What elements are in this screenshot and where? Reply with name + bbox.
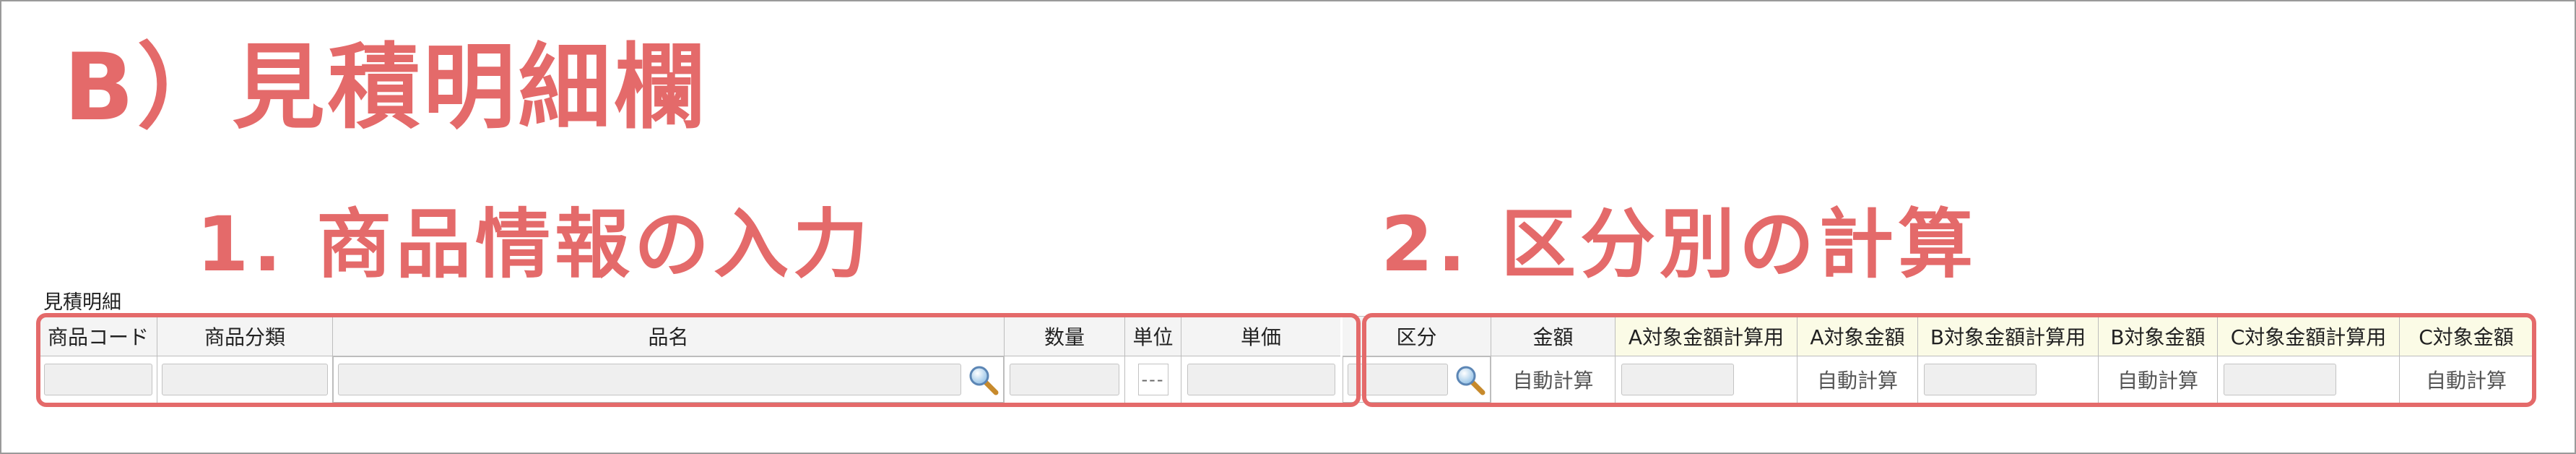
col-header-amount: 金額 (1491, 316, 1616, 356)
c-calc-input[interactable] (2224, 363, 2336, 395)
page-title: B）見積明細欄 (64, 34, 709, 142)
col-header-b-amount: B対象金額 (2098, 316, 2218, 356)
search-icon[interactable] (967, 364, 999, 395)
table-header-row: 商品コード 商品分類 品名 数量 単位 単価 区分 金額 A対象金額計算用 A対… (39, 316, 2533, 356)
category-cell (1343, 356, 1491, 403)
col-header-category: 区分 (1341, 316, 1491, 356)
a-amount-value: 自動計算 (1816, 368, 1898, 393)
col-header-product-category: 商品分類 (157, 316, 333, 356)
col-header-unit-price: 単価 (1181, 316, 1343, 356)
unit-price-cell (1181, 356, 1343, 403)
col-header-item-name: 品名 (332, 316, 1005, 356)
subheading-category-calc: 2. 区分別の計算 (1381, 200, 1978, 288)
col-header-a-calc: A対象金額計算用 (1615, 316, 1797, 356)
subheading-product-input: 1. 商品情報の入力 (196, 200, 873, 288)
item-name-cell (333, 356, 1004, 403)
unit-cell: --- (1124, 356, 1181, 403)
estimate-detail-table: 商品コード 商品分類 品名 数量 単位 単価 区分 金額 A対象金額計算用 A対… (39, 316, 2533, 403)
amount-value: 自動計算 (1512, 368, 1594, 393)
unit-select[interactable]: --- (1137, 363, 1168, 395)
category-input[interactable] (1348, 364, 1448, 395)
product-category-input[interactable] (162, 363, 328, 395)
col-header-c-amount: C対象金額 (2399, 316, 2533, 356)
amount-cell: 自動計算 (1491, 356, 1616, 403)
col-header-b-calc: B対象金額計算用 (1917, 316, 2099, 356)
col-header-quantity: 数量 (1004, 316, 1125, 356)
unit-price-input[interactable] (1187, 363, 1335, 395)
b-calc-cell (1917, 356, 2099, 403)
c-amount-cell: 自動計算 (2399, 356, 2533, 403)
col-header-c-calc: C対象金額計算用 (2217, 316, 2400, 356)
a-calc-input[interactable] (1621, 363, 1734, 395)
product-code-input[interactable] (44, 363, 152, 395)
a-amount-cell: 自動計算 (1797, 356, 1918, 403)
col-header-a-amount: A対象金額 (1797, 316, 1918, 356)
product-category-cell (157, 356, 333, 403)
product-code-cell (39, 356, 157, 403)
quantity-input[interactable] (1010, 363, 1119, 395)
c-calc-cell (2217, 356, 2400, 403)
c-amount-value: 自動計算 (2425, 368, 2507, 393)
section-caption: 見積明細 (43, 291, 121, 314)
b-amount-cell: 自動計算 (2098, 356, 2218, 403)
table-row: --- 自動計算 自動計算 自動計算 自動計算 (39, 356, 2533, 403)
col-header-product-code: 商品コード (39, 316, 157, 356)
search-icon[interactable] (1454, 364, 1486, 395)
b-calc-input[interactable] (1924, 363, 2037, 395)
item-name-input[interactable] (338, 364, 961, 395)
b-amount-value: 自動計算 (2117, 368, 2198, 393)
quantity-cell (1004, 356, 1125, 403)
a-calc-cell (1615, 356, 1797, 403)
col-header-unit: 単位 (1124, 316, 1181, 356)
